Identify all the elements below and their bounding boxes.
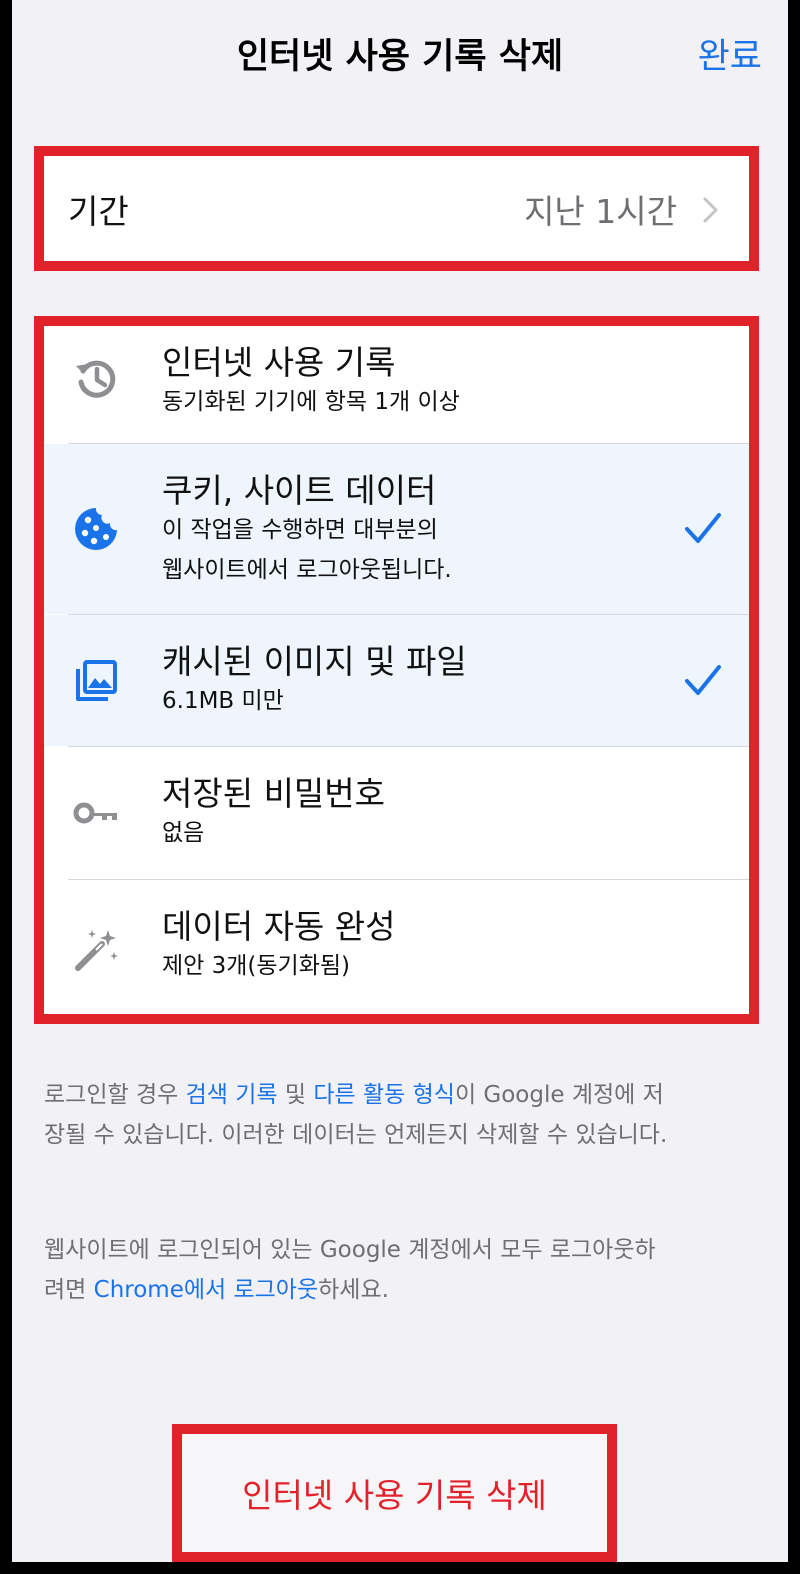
signout-info-note: 웹사이트에 로그인되어 있는 Google 계정에서 모두 로그아웃하 려면 C…: [44, 1237, 656, 1303]
other-activity-link[interactable]: 다른 활동 형식: [313, 1082, 455, 1108]
clear-button-highlight: [172, 1424, 617, 1562]
page-title: 인터넷 사용 기록 삭제: [236, 37, 564, 77]
time-range-highlight: [34, 146, 759, 271]
clear-browsing-data-screen: 인터넷 사용 기록 삭제 완료 기간 지난 1시간 인터넷 사용 기록 동기화된…: [12, 0, 788, 1562]
data-types-highlight: [34, 316, 759, 1024]
sync-info-note: 로그인할 경우 검색 기록 및 다른 활동 형식이 Google 계정에 저 장…: [44, 1082, 668, 1148]
search-history-link[interactable]: 검색 기록: [186, 1082, 278, 1108]
done-button[interactable]: 완료: [698, 28, 762, 79]
chrome-signout-link[interactable]: Chrome에서 로그아웃: [94, 1277, 319, 1303]
